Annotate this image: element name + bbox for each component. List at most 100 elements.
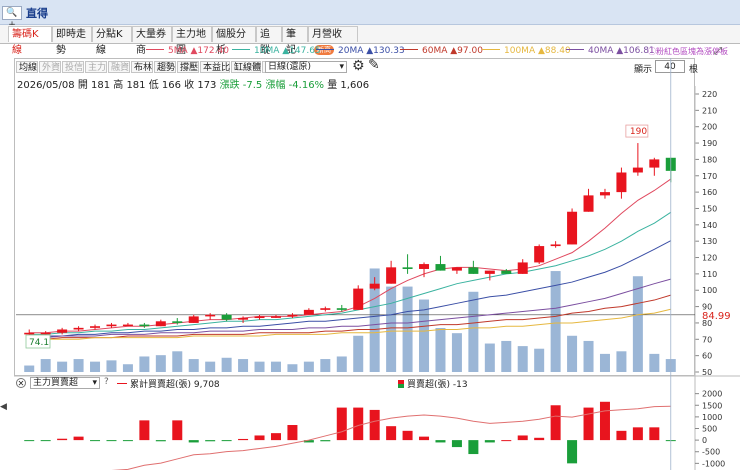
- net-bar: [24, 440, 35, 442]
- volume-bar: [270, 361, 281, 372]
- volume-bar: [24, 365, 35, 372]
- price-tick-label: 130: [702, 237, 717, 246]
- net-bar: [73, 436, 84, 441]
- volume-bar: [254, 361, 265, 372]
- net-bar: [353, 407, 364, 441]
- net-bar: [550, 405, 561, 441]
- lower-tick-label: 0: [702, 436, 707, 445]
- net-bar: [122, 440, 133, 442]
- candle-body: [435, 264, 446, 271]
- price-tick-label: 150: [702, 204, 717, 213]
- cumulative-legend: 累計買賣超(張) 9,708: [117, 377, 220, 390]
- candle-body: [90, 326, 101, 328]
- candle-body: [254, 316, 265, 319]
- net-bar: [270, 433, 281, 441]
- net-bar: [599, 401, 610, 441]
- ma40-line: [29, 278, 671, 339]
- bar-marker-icon: [398, 380, 404, 388]
- ma20-line: [29, 240, 672, 337]
- price-tick-label: 100: [702, 286, 717, 295]
- candle-body: [517, 262, 528, 274]
- candle-body: [484, 270, 495, 274]
- volume-bar: [583, 340, 594, 372]
- net-bar: [254, 435, 265, 441]
- net-bar: [402, 430, 413, 441]
- volume-bar: [287, 364, 298, 372]
- price-tick-label: 220: [702, 90, 717, 99]
- net-bar: [632, 427, 643, 441]
- candle-body: [419, 264, 430, 269]
- net-bar: [139, 420, 150, 441]
- candle-body: [353, 288, 364, 310]
- price-tick-label: 140: [702, 221, 717, 230]
- price-tick-label: 210: [702, 106, 717, 115]
- candle-body: [451, 267, 462, 271]
- price-tick-label: 200: [702, 123, 717, 132]
- volume-bar: [336, 356, 347, 372]
- price-tick-label: 170: [702, 172, 717, 181]
- candle-body: [270, 316, 281, 318]
- candle-body: [155, 321, 166, 327]
- net-bar: [320, 440, 331, 442]
- net-bar: [419, 436, 430, 441]
- volume-bar: [501, 340, 512, 372]
- candle-body: [583, 195, 594, 212]
- indicator-select[interactable]: 主力買賣超 ▾: [30, 377, 100, 389]
- net-bar: [386, 426, 397, 441]
- net-bar: [517, 435, 528, 441]
- candle-body: [501, 270, 512, 274]
- line-marker-icon: [117, 383, 127, 384]
- net-bar: [205, 440, 216, 442]
- net-bar: [221, 440, 232, 442]
- net-bar: [336, 407, 347, 441]
- net-bar: [583, 407, 594, 441]
- candle-body: [336, 308, 347, 310]
- current-price-label: 84.99: [702, 311, 731, 322]
- volume-bar: [599, 353, 610, 372]
- net-bar: [501, 440, 512, 442]
- volume-bar: [468, 291, 479, 372]
- candle-body: [649, 159, 660, 168]
- net-bar: [484, 440, 495, 443]
- net-bar: [287, 425, 298, 441]
- candle-body: [402, 267, 413, 269]
- volume-bar: [567, 335, 578, 372]
- lower-tick-label: 1000: [702, 413, 722, 422]
- volume-bar: [616, 351, 627, 372]
- lower-tick-label: 2000: [702, 390, 722, 399]
- volume-bar: [172, 351, 183, 372]
- volume-bar: [484, 343, 495, 372]
- volume-bar: [122, 364, 133, 372]
- candle-body: [386, 267, 397, 284]
- candle-body: [287, 314, 298, 317]
- price-tick-label: 180: [702, 155, 717, 164]
- volume-bar: [57, 361, 68, 372]
- net-bar: [155, 440, 166, 442]
- volume-bar: [435, 328, 446, 372]
- net-bar: [649, 427, 660, 441]
- volume-bar: [649, 353, 660, 372]
- net-legend-text: 買賣超(張) -13: [407, 380, 468, 390]
- volume-bar: [155, 355, 166, 372]
- net-bar: [534, 437, 545, 441]
- net-bar: [369, 409, 380, 441]
- price-tick-label: 120: [702, 254, 717, 263]
- candle-body: [567, 211, 578, 245]
- ma5-line: [29, 178, 672, 334]
- help-icon[interactable]: ?: [104, 377, 109, 387]
- volume-bar: [238, 359, 249, 372]
- volume-bar: [90, 361, 101, 372]
- candle-body: [221, 314, 232, 320]
- candle-body: [122, 324, 133, 327]
- lower-tick-label: -1000: [702, 459, 725, 468]
- candle-body: [599, 192, 610, 196]
- price-tick-label: 70: [702, 335, 712, 344]
- net-bar: [616, 430, 627, 441]
- candle-body: [632, 167, 643, 173]
- close-indicator-icon[interactable]: ✕: [16, 378, 26, 388]
- price-tick-label: 190: [702, 139, 717, 148]
- scroll-left-icon[interactable]: ◀: [0, 402, 7, 412]
- volume-bar: [517, 346, 528, 372]
- price-tick-label: 60: [702, 352, 712, 361]
- volume-bar: [534, 348, 545, 372]
